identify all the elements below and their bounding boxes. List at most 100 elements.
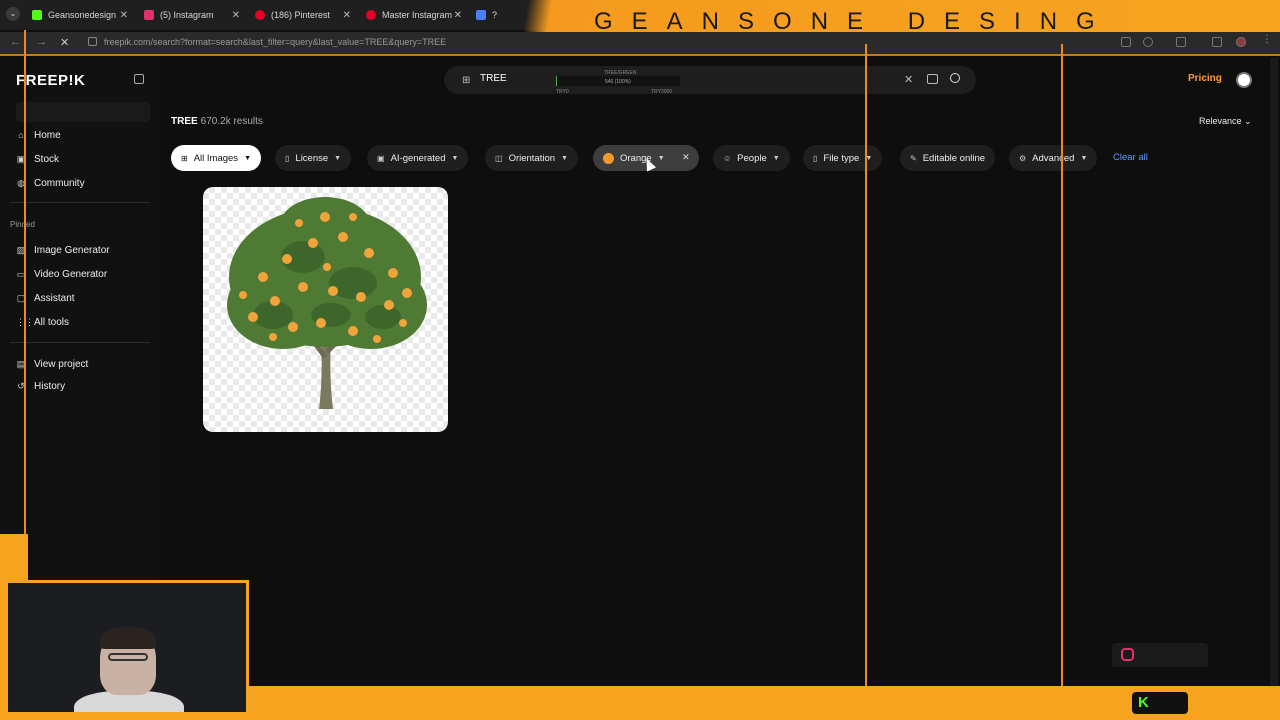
search-icon[interactable] [950, 73, 960, 83]
instagram-badge [1112, 643, 1208, 667]
widget-max: TRY3000 [651, 89, 673, 95]
sidebar-item-label: Video Generator [34, 268, 108, 280]
filter-all-images[interactable]: ⊞ All Images ▼ [171, 145, 261, 171]
forward-icon[interactable]: → [36, 36, 47, 48]
search-input[interactable] [480, 73, 550, 84]
overlay-frame-line [1061, 44, 1063, 686]
chevron-down-icon: ▼ [561, 154, 568, 162]
divider [10, 342, 150, 343]
filter-people[interactable]: ☺ People ▼ [713, 145, 790, 171]
close-icon[interactable]: ✕ [232, 10, 240, 21]
result-image-card[interactable] [203, 187, 448, 432]
ai-icon: ▣ [377, 153, 385, 163]
filter-label: People [737, 152, 767, 164]
sidebar-item-video-generator[interactable]: ▭ Video Generator [16, 265, 107, 283]
filter-file-type[interactable]: ▯ File type ▼ [803, 145, 883, 171]
grid-icon: ⊞ [181, 153, 188, 163]
webcam-feed [5, 580, 249, 715]
sidebar-item-label: Stock [34, 153, 60, 165]
filter-label: Advanced [1032, 152, 1075, 164]
browser-menu-icon[interactable]: ⋮ [1262, 34, 1272, 45]
back-icon[interactable]: ← [10, 36, 21, 48]
kick-icon: K [1138, 694, 1149, 711]
sort-dropdown[interactable]: Relevance ⌄ [1199, 116, 1252, 127]
pricing-link[interactable]: Pricing [1188, 73, 1222, 84]
filter-label: License [295, 152, 329, 164]
browser-tab[interactable]: (5) Instagram ✕ [144, 4, 240, 26]
instagram-favicon-icon [144, 10, 154, 20]
sidebar-item-community[interactable]: ◍ Community [16, 174, 85, 192]
close-icon[interactable]: ✕ [343, 10, 351, 21]
file-icon: ▯ [813, 153, 818, 163]
profile-icon[interactable] [1236, 37, 1246, 47]
chevron-down-icon: ▼ [772, 154, 780, 162]
chevron-down-icon: ▼ [657, 154, 665, 162]
sidebar-item-image-generator[interactable]: ▨ Image Generator [16, 241, 110, 259]
sidebar-item-label: View project [34, 358, 89, 370]
extensions-icon[interactable] [1176, 37, 1186, 47]
browser-tab[interactable]: Master Instagram ✕ [366, 4, 462, 26]
filter-license[interactable]: ▯ License ▼ [275, 145, 352, 171]
filter-label: File type [823, 152, 860, 164]
orientation-icon: ◫ [495, 153, 503, 163]
filter-label: Editable online [922, 152, 986, 164]
avatar[interactable] [1236, 72, 1252, 88]
close-icon[interactable]: ✕ [454, 10, 462, 21]
settings-icon: ⚙ [1019, 153, 1027, 163]
results-query: TREE [171, 116, 198, 127]
url-field[interactable]: freepik.com/search?format=search&last_fi… [104, 37, 446, 47]
bookmark-star-icon[interactable] [1143, 37, 1153, 47]
camera-search-icon[interactable] [927, 74, 938, 84]
tab-title: (186) Pinterest [271, 10, 331, 20]
chevron-down-icon: ▼ [451, 154, 459, 162]
tab-title: Master Instagram [382, 10, 453, 20]
widget-min: TRY0 [556, 89, 569, 95]
tab-search-icon[interactable]: ⌄ [6, 7, 20, 21]
widget-title: TREE/GREEN [604, 70, 637, 76]
sidebar-item-label: Home [34, 129, 61, 141]
kick-favicon-icon [32, 10, 42, 20]
sidebar-item-view-project[interactable]: ▤ View project [16, 355, 89, 373]
orange-tree-image [227, 197, 427, 409]
results-count: 670.2k results [200, 116, 263, 127]
overlay-frame-line [865, 44, 867, 686]
tab-title: Geansonedesign [48, 10, 117, 20]
divider [10, 202, 150, 203]
license-icon: ▯ [285, 153, 290, 163]
sidebar-search-placeholder [16, 102, 150, 122]
edit-icon: ✎ [910, 153, 917, 163]
filter-orientation[interactable]: ◫ Orientation ▼ [485, 145, 578, 171]
sidebar-item-stock[interactable]: ▣ Stock [16, 150, 59, 168]
remove-filter-icon[interactable]: ✕ [682, 152, 690, 163]
pinterest-favicon-icon [366, 10, 376, 20]
stop-icon[interactable]: ✕ [60, 36, 69, 49]
kick-badge: K [1132, 692, 1188, 714]
browser-tab[interactable]: (186) Pinterest ✕ [255, 4, 351, 26]
asset-type-icon[interactable]: ⊞ [462, 75, 470, 86]
close-icon[interactable]: ✕ [120, 10, 128, 21]
collapse-sidebar-icon[interactable] [134, 74, 144, 84]
freepik-logo[interactable]: FREEP!K [16, 72, 85, 89]
translate-icon[interactable] [1121, 37, 1131, 47]
browser-tab[interactable]: Geansonedesign ✕ [32, 4, 128, 26]
webcam-glasses [108, 653, 148, 661]
chevron-down-icon: ▼ [334, 154, 342, 162]
chevron-down-icon: ▼ [244, 154, 251, 162]
sidebar-item-label: Image Generator [34, 244, 110, 256]
filter-ai-generated[interactable]: ▣ AI-generated ▼ [367, 145, 469, 171]
tab-title: (5) Instagram [160, 10, 214, 20]
clear-all-filters-link[interactable]: Clear all [1113, 152, 1148, 163]
page-scrollbar[interactable] [1270, 58, 1278, 686]
search-bar[interactable]: ⊞ ✕ [444, 66, 976, 94]
address-bar: ← → ✕ freepik.com/search?format=search&l… [0, 32, 1280, 54]
download-icon[interactable] [1212, 37, 1222, 47]
filter-label: Orientation [508, 152, 556, 164]
filter-editable-online[interactable]: ✎ Editable online [900, 145, 996, 171]
clear-search-icon[interactable]: ✕ [904, 73, 913, 86]
sidebar-item-label: History [34, 380, 66, 392]
site-info-icon[interactable] [88, 37, 97, 46]
pinned-section-label: Pinned [10, 220, 35, 229]
filter-advanced[interactable]: ⚙ Advanced ▼ [1009, 145, 1098, 171]
sidebar-item-home[interactable]: ⌂ Home [16, 126, 61, 144]
people-icon: ☺ [723, 153, 732, 163]
